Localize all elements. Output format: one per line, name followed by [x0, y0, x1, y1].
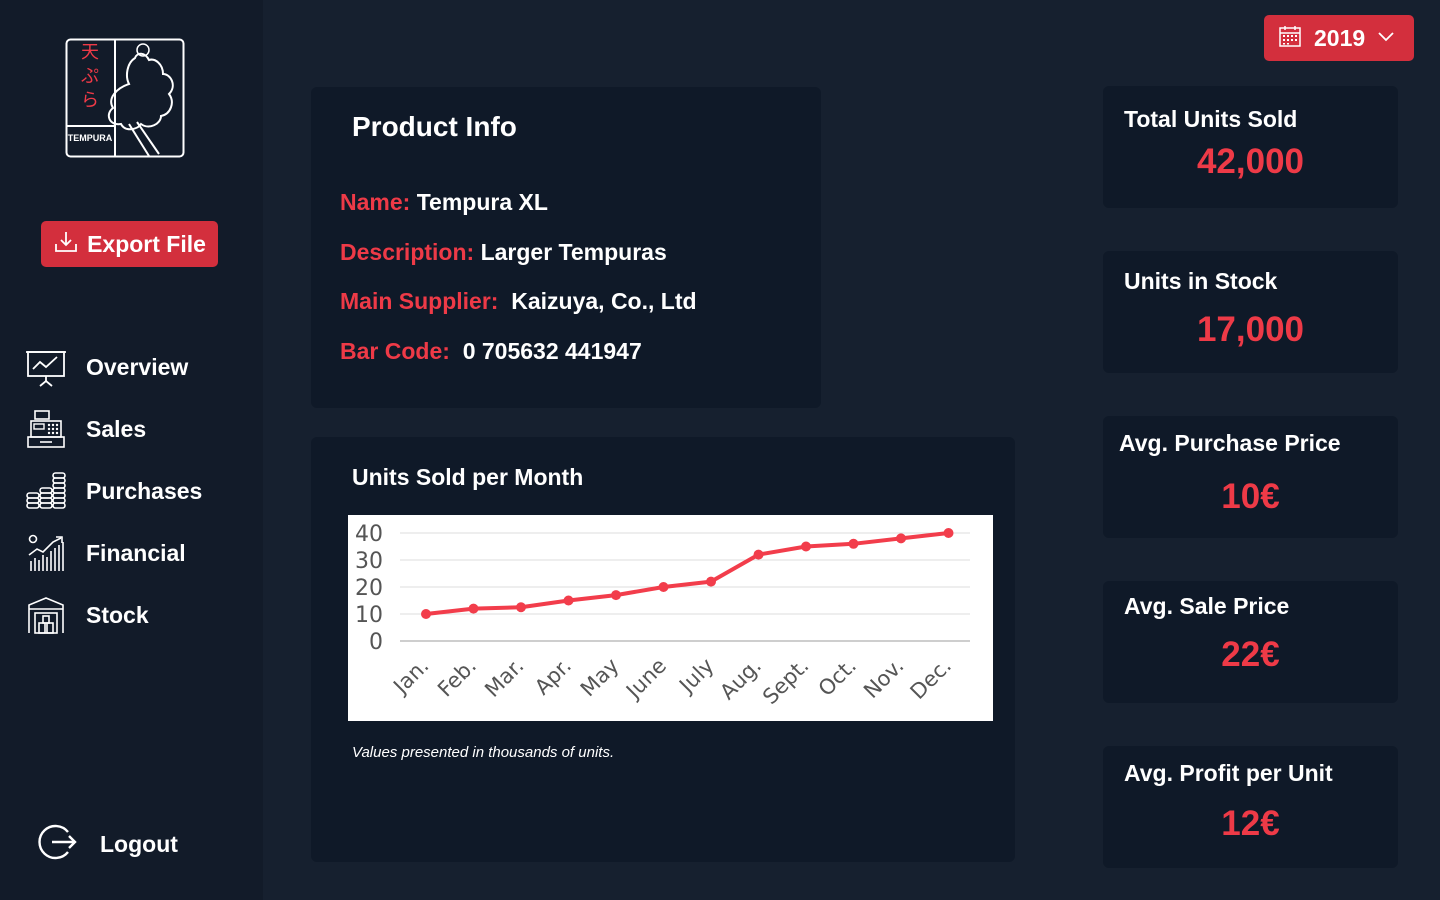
main-supplier-value: Kaizuya, Co., Ltd — [511, 288, 697, 314]
data-point — [896, 533, 906, 544]
data-point — [706, 576, 716, 587]
kpi-value: 10€ — [1221, 477, 1280, 516]
product-name-label: Name: — [340, 189, 411, 215]
series-line — [425, 531, 949, 616]
x-tick-label: Aug. — [715, 654, 766, 705]
data-point — [658, 582, 669, 592]
kpi-title: Total Units Sold — [1124, 106, 1298, 132]
y-tick-label: 10 — [355, 603, 383, 628]
logout-label: Logout — [100, 831, 178, 857]
units-sold-line-chart: 0 10 20 30 40 Jan. Feb. Mar. Apr. May June July Aug.… — [348, 515, 993, 721]
sidebar-item-label: Sales — [86, 415, 147, 442]
data-point — [421, 609, 431, 619]
svg-text:天: 天 — [81, 42, 99, 63]
sidebar-item-label: Financial — [86, 539, 186, 566]
year-select[interactable]: 2019 — [1264, 15, 1414, 61]
x-tick-label: Oct. — [814, 654, 861, 701]
product-info-card: Product Info Name: Tempura XL Descriptio… — [311, 87, 821, 408]
sidebar-item-stock[interactable]: Stock — [22, 584, 202, 646]
presentation-chart-icon — [22, 345, 70, 389]
x-tick-label: Jan. — [388, 654, 434, 700]
sidebar: 天 ぷ ら TEMPURA Export File Overview Sales… — [0, 0, 263, 900]
x-tick-label: Dec. — [906, 654, 956, 704]
year-value: 2019 — [1314, 24, 1366, 51]
kpi-title: Units in Stock — [1124, 268, 1278, 294]
product-info-title: Product Info — [352, 111, 517, 142]
download-icon — [53, 229, 79, 260]
sidebar-nav: Overview Sales Purchases Financial Stock — [22, 336, 202, 646]
data-point — [468, 603, 479, 614]
kpi-units-in-stock: Units in Stock 17,000 — [1103, 251, 1398, 373]
x-tick-label: May — [576, 654, 624, 702]
data-point — [516, 602, 526, 613]
data-point — [848, 538, 859, 549]
sidebar-item-label: Stock — [86, 601, 149, 628]
chart-title: Units Sold per Month — [352, 464, 584, 490]
kpi-value: 22€ — [1221, 635, 1280, 674]
x-tick-label: Nov. — [859, 654, 909, 704]
x-tick-label: June — [620, 654, 671, 705]
y-tick-label: 20 — [355, 576, 383, 601]
x-tick-label: Feb. — [433, 654, 481, 702]
units-sold-chart-card: Units Sold per Month 0 10 20 30 40 Jan. Feb. Ma… — [311, 437, 1015, 862]
kpi-title: Avg. Profit per Unit — [1124, 760, 1333, 786]
sidebar-item-sales[interactable]: Sales — [22, 398, 202, 460]
y-tick-label: 30 — [355, 549, 383, 574]
chevron-down-icon — [1377, 29, 1395, 47]
data-point — [943, 528, 954, 538]
bar-code-row: Bar Code: 0 705632 441947 — [340, 338, 642, 365]
logout-button[interactable]: Logout — [38, 822, 178, 867]
product-description-row: Description: Larger Tempuras — [340, 239, 667, 266]
y-tick-label: 40 — [355, 522, 383, 547]
x-tick-label: Sept. — [758, 654, 814, 710]
svg-text:ら: ら — [81, 90, 99, 111]
sidebar-item-overview[interactable]: Overview — [22, 336, 202, 398]
product-name-value: Tempura XL — [416, 189, 548, 215]
data-point — [753, 549, 764, 560]
kpi-value: 17,000 — [1196, 310, 1305, 349]
kpi-avg-purchase-price: Avg. Purchase Price 10€ — [1103, 416, 1398, 538]
x-tick-label: Mar. — [480, 654, 528, 702]
kpi-total-units-sold: Total Units Sold 42,000 — [1103, 86, 1398, 208]
kpi-title: Avg. Purchase Price — [1119, 430, 1341, 456]
svg-text:TEMPURA: TEMPURA — [68, 133, 113, 143]
sidebar-item-label: Purchases — [86, 477, 203, 504]
kpi-title: Avg. Sale Price — [1124, 593, 1290, 619]
bar-code-value: 0 705632 441947 — [462, 338, 642, 364]
warehouse-icon — [22, 593, 70, 637]
svg-text:ぷ: ぷ — [81, 66, 99, 87]
kpi-value: 12€ — [1221, 804, 1280, 843]
main-supplier-label: Main Supplier: — [340, 288, 499, 314]
sidebar-item-purchases[interactable]: Purchases — [22, 460, 202, 522]
export-file-label: Export File — [87, 230, 206, 257]
sidebar-item-label: Overview — [86, 353, 189, 380]
calendar-icon — [1278, 24, 1302, 53]
x-tick-label: Apr. — [530, 654, 576, 700]
cash-register-icon — [22, 407, 70, 451]
data-point — [563, 595, 574, 606]
growth-chart-icon — [22, 531, 70, 575]
sidebar-item-financial[interactable]: Financial — [22, 522, 202, 584]
logout-icon — [38, 822, 78, 867]
product-name-row: Name: Tempura XL — [340, 189, 548, 216]
bar-code-label: Bar Code: — [340, 338, 450, 364]
kpi-avg-profit-per-unit: Avg. Profit per Unit 12€ — [1103, 746, 1398, 868]
x-tick-label: July — [673, 654, 718, 699]
chart-svg: 010203040 Jan. Feb. Mar. Apr. MayJune JulyAug.… — [355, 522, 970, 710]
export-file-button[interactable]: Export File — [41, 221, 218, 267]
y-tick-label: 0 — [369, 630, 383, 655]
tempura-logo: 天 ぷ ら TEMPURA — [65, 38, 185, 158]
coin-stacks-icon — [22, 469, 70, 513]
product-description-value: Larger Tempuras — [480, 239, 667, 265]
chart-note: Values presented in thousands of units. — [352, 744, 615, 761]
data-point — [801, 541, 811, 552]
data-point — [611, 590, 621, 601]
kpi-value: 42,000 — [1196, 142, 1305, 181]
product-description-label: Description: — [340, 239, 475, 265]
main-supplier-row: Main Supplier: Kaizuya, Co., Ltd — [340, 288, 697, 315]
kpi-avg-sale-price: Avg. Sale Price 22€ — [1103, 581, 1398, 703]
